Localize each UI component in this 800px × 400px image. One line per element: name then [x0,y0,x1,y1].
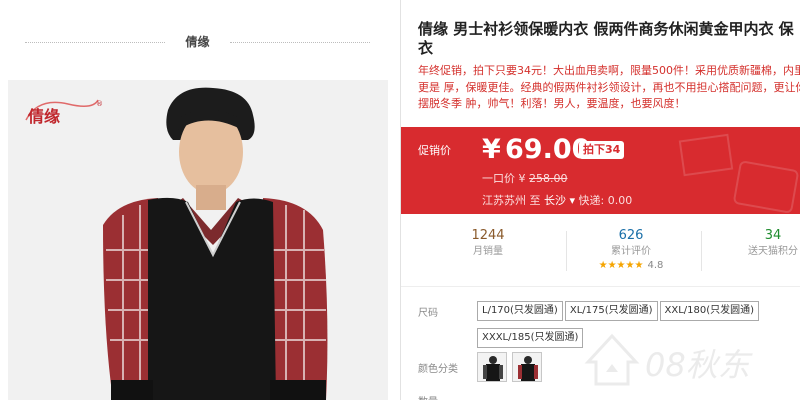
left-panel: 倩缘 倩缘 ® [0,0,400,400]
product-title: 倩缘 男士衬衫领保暖内衣 假两件商务休闲黄金甲内衣 保 衣 [418,20,794,57]
stats-bar: 1244 月销量 626 累计评价 ★★★★★ 4.8 34 送天猫积分 [401,227,800,279]
registered-mark: ® [96,100,103,108]
monthly-sales-value: 1244 [471,228,505,243]
stat-points: 34 送天猫积分 [713,227,800,259]
stat-monthly-sales: 1244 月销量 [428,227,548,259]
ship-to-label: 至 [529,194,541,207]
stat-reviews[interactable]: 626 累计评价 ★★★★★ 4.8 [571,227,691,272]
brand-logo: 倩缘 ® [25,99,103,126]
price-currency: ¥ [482,134,501,165]
divider-right [230,42,370,43]
decor-shape [732,160,800,214]
promo-price-label: 促销价 [418,144,451,157]
quantity-label: 数量 [418,393,438,400]
product-photo[interactable]: 倩缘 ® [8,80,388,400]
rating-score: 4.8 [647,260,664,271]
rating: ★★★★★ 4.8 [571,259,691,272]
swatch-thumbnail [513,353,541,381]
points-label: 送天猫积分 [748,246,798,257]
original-price-label: 一口价 [482,172,515,185]
promo-price: 69.00 [505,134,591,165]
original-price-currency: ¥ [518,172,526,185]
brand-logo-text: 倩缘 [27,107,60,126]
decor-shape [678,133,734,177]
original-price-value: 258.00 [529,172,568,185]
reviews-label: 累计评价 [611,246,651,257]
discount-tag: 拍下34 [579,141,625,159]
divider [401,286,800,287]
product-subtitle: 年终促销，拍下只要34元！大出血甩卖啊，限量500件！采用优质新疆棉，内里更是 … [418,64,800,110]
chevron-down-icon: ▾ [569,194,576,207]
stat-divider [566,231,567,271]
size-option[interactable]: L/170(只发圆通) [477,301,563,321]
color-swatch[interactable] [477,352,507,382]
shipping-fee: 快递: 0.00 [578,194,633,207]
color-swatch[interactable] [512,352,542,382]
ship-to-city-select[interactable]: 长沙 ▾ [544,194,575,207]
ship-from: 江苏苏州 [482,194,526,207]
reviews-value: 626 [618,228,644,243]
size-option[interactable]: XXXL/185(只发圆通) [477,328,584,348]
swatch-thumbnail [478,353,506,381]
price-panel: 促销价 ¥ 69.00 拍下34 一口价 ¥ 258.00 江苏苏州 至 长沙 … [401,127,800,214]
ship-to-city: 长沙 [544,194,566,207]
color-label: 颜色分类 [418,364,458,375]
shipping-info: 江苏苏州 至 长沙 ▾ 快递: 0.00 [482,192,632,208]
watermark-text: 08秋东 [645,346,753,384]
watermark: 08秋东 [584,333,753,386]
shop-header: 倩缘 [25,30,370,54]
points-value: 34 [764,228,782,243]
stat-divider [701,231,702,271]
size-label: 尺码 [418,308,438,319]
monthly-sales-label: 月销量 [473,246,503,257]
rating-stars-icon: ★★★★★ [598,260,644,271]
original-price: 一口价 ¥ 258.00 [482,170,568,186]
